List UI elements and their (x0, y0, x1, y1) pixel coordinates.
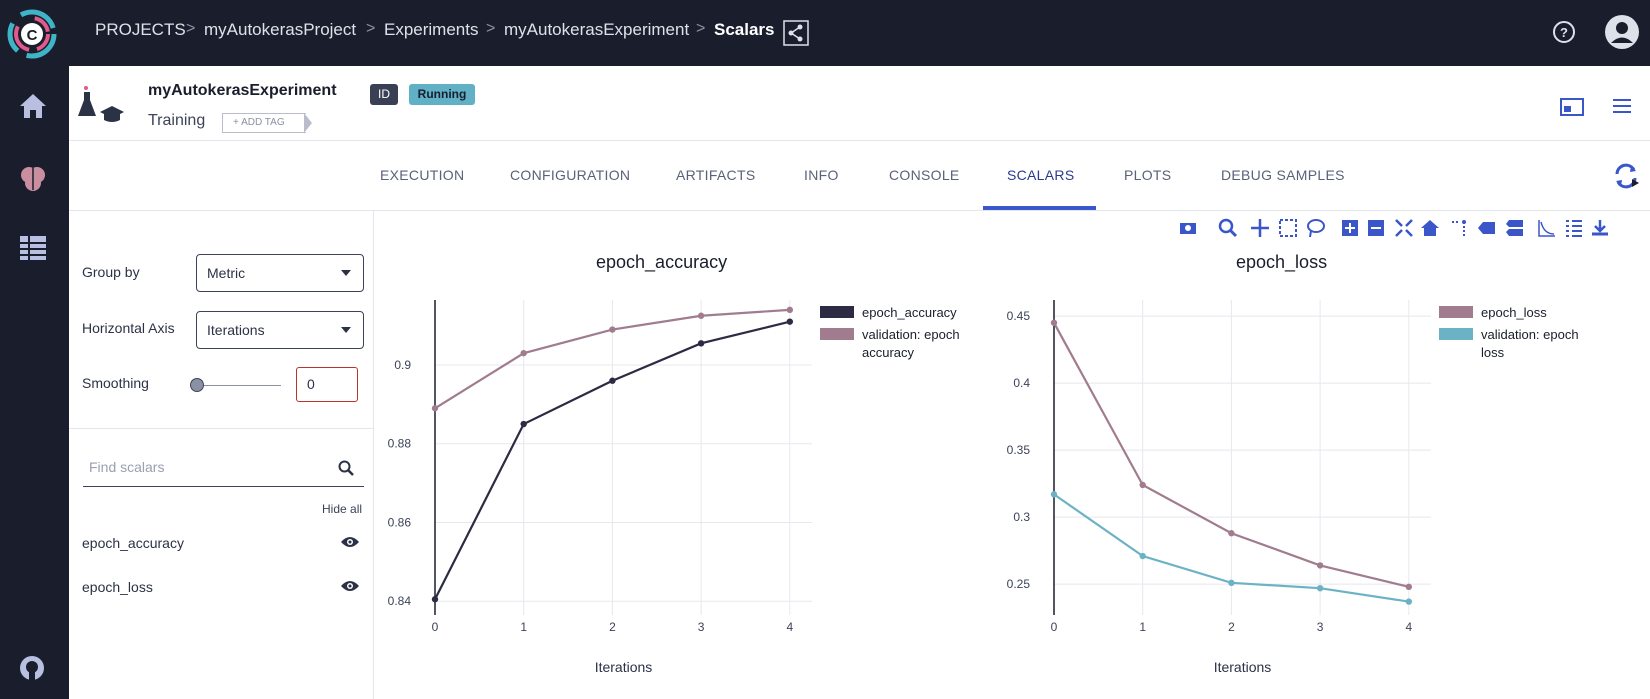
x-axis-title: Iterations (595, 659, 653, 675)
x-tick-label: 1 (520, 620, 527, 634)
legend-swatch (820, 306, 854, 318)
data-point (520, 349, 527, 357)
legend-label: epoch_accuracy (862, 305, 957, 320)
x-axis-title: Iterations (1214, 659, 1272, 675)
data-point (431, 596, 439, 603)
data-point (697, 340, 705, 347)
data-point (1139, 481, 1146, 489)
legend-swatch (1439, 328, 1473, 340)
y-tick-label: 0.4 (1013, 376, 1030, 390)
legend-label: validation: epoch (862, 327, 960, 342)
x-tick-label: 0 (432, 620, 439, 634)
data-point (1405, 598, 1413, 605)
legend-label: accuracy (862, 345, 915, 360)
data-point (431, 405, 439, 412)
x-tick-label: 4 (786, 620, 793, 634)
data-point (1316, 562, 1324, 569)
y-tick-label: 0.45 (1007, 309, 1031, 323)
x-tick-label: 3 (1317, 620, 1324, 634)
legend-label: loss (1481, 345, 1505, 360)
data-point (609, 377, 616, 384)
y-tick-label: 0.86 (388, 515, 412, 529)
y-tick-label: 0.88 (388, 437, 412, 451)
data-point (1139, 552, 1146, 560)
x-tick-label: 3 (698, 620, 705, 634)
x-tick-label: 0 (1051, 620, 1058, 634)
data-point (1228, 579, 1235, 587)
data-point (697, 312, 705, 319)
x-tick-label: 2 (609, 620, 616, 634)
x-tick-label: 2 (1228, 620, 1235, 634)
data-point (1316, 584, 1324, 592)
y-tick-label: 0.3 (1013, 510, 1030, 524)
legend-swatch (820, 328, 854, 340)
data-point (1050, 319, 1058, 326)
data-point (786, 318, 794, 325)
y-tick-label: 0.84 (388, 594, 412, 608)
x-tick-label: 1 (1139, 620, 1146, 634)
data-point (1405, 583, 1413, 591)
scalars-chart-canvas[interactable]: 0 1 2 3 4 0.84 0.86 0.88 0.9 Iterations epoch_accu… (0, 0, 1650, 699)
data-point (786, 306, 794, 314)
x-tick-label: 4 (1405, 620, 1412, 634)
y-tick-label: 0.35 (1007, 443, 1031, 457)
data-point (520, 420, 527, 428)
legend-swatch (1439, 306, 1473, 318)
data-point (1050, 491, 1058, 498)
y-tick-label: 0.25 (1007, 577, 1031, 591)
data-point (609, 326, 616, 333)
legend-label: epoch_loss (1481, 305, 1547, 320)
y-tick-label: 0.9 (394, 358, 411, 372)
legend-label: validation: epoch (1481, 327, 1579, 342)
data-point (1228, 530, 1235, 537)
